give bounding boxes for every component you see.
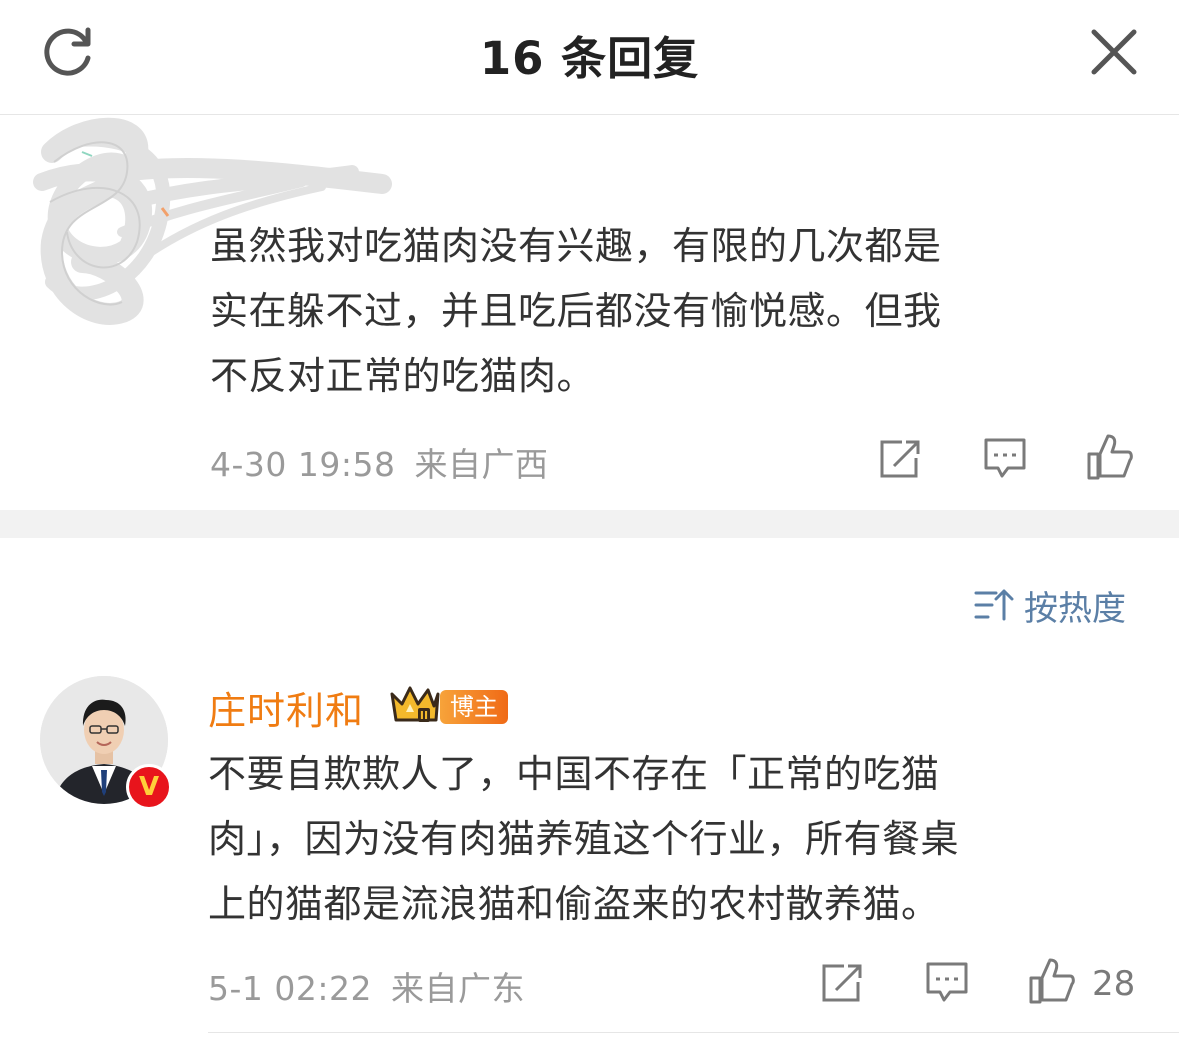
blogger-badge: 博主 bbox=[440, 690, 508, 724]
like-icon[interactable] bbox=[1086, 432, 1134, 482]
crown-level-text: II bbox=[420, 709, 428, 722]
separator-line bbox=[208, 1032, 1179, 1033]
root-comment-location: 来自广西 bbox=[414, 445, 549, 484]
root-comment-line: 实在躲不过，并且吃后都没有愉悦感。但我 bbox=[210, 289, 942, 333]
like-icon[interactable] bbox=[1028, 956, 1076, 1006]
reply-meta: 5-1 02:22 来自广东 bbox=[208, 962, 525, 1010]
reply-username[interactable]: 庄时利和 bbox=[208, 680, 364, 735]
reply-line: 肉」，因为没有肉猫养殖这个行业，所有餐桌 bbox=[208, 817, 960, 861]
section-divider bbox=[0, 510, 1179, 538]
sort-label: 按热度 bbox=[1024, 588, 1126, 629]
reply-text: 不要自欺欺人了，中国不存在「正常的吃猫 肉」，因为没有肉猫养殖这个行业，所有餐桌… bbox=[208, 742, 959, 937]
close-icon[interactable] bbox=[1088, 26, 1140, 78]
comment-icon[interactable] bbox=[924, 960, 970, 1006]
header-bar: 16 条回复 bbox=[0, 0, 1179, 115]
root-comment-line: 不反对正常的吃猫肉。 bbox=[210, 354, 596, 398]
like-count: 28 bbox=[1092, 964, 1136, 1004]
crown-level-icon: II bbox=[390, 686, 440, 722]
root-comment-meta: 4-30 19:58 来自广西 bbox=[210, 438, 549, 486]
reply-time: 5-1 02:22 bbox=[208, 969, 372, 1008]
sort-icon bbox=[974, 589, 1014, 621]
share-icon[interactable] bbox=[820, 962, 864, 1004]
sort-by-hot-button[interactable]: 按热度 bbox=[974, 580, 1126, 630]
page-title: 16 条回复 bbox=[479, 32, 700, 85]
reply-location: 来自广东 bbox=[391, 969, 525, 1008]
verified-badge: V bbox=[126, 764, 172, 810]
root-comment-time: 4-30 19:58 bbox=[210, 445, 396, 484]
comment-icon[interactable] bbox=[982, 436, 1028, 482]
root-comment-line: 虽然我对吃猫肉没有兴趣，有限的几次都是 bbox=[210, 224, 942, 268]
reply-line: 不要自欺欺人了，中国不存在「正常的吃猫 bbox=[208, 752, 940, 796]
reply-line: 上的猫都是流浪猫和偷盗来的农村散养猫。 bbox=[208, 882, 940, 926]
share-icon[interactable] bbox=[878, 438, 922, 480]
root-comment-text: 虽然我对吃猫肉没有兴趣，有限的几次都是 实在躲不过，并且吃后都没有愉悦感。但我 … bbox=[210, 214, 942, 409]
